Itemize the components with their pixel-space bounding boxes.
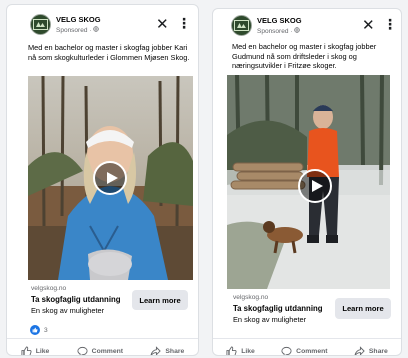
like-button[interactable]: Like (21, 346, 50, 355)
logo-icon (234, 20, 249, 31)
sponsored-label: Sponsored · (257, 27, 300, 35)
ad-caption: Med en bachelor og master i skogfag jobb… (232, 42, 377, 71)
like-reaction-icon (30, 325, 40, 335)
globe-icon (93, 26, 99, 32)
ad-description: En skog av muligheter (31, 306, 105, 315)
sponsored-text: Sponsored · (257, 28, 295, 35)
thumbs-up-icon (226, 346, 237, 355)
reaction-count: 3 (44, 326, 48, 334)
play-button[interactable] (93, 161, 127, 195)
learn-more-button[interactable]: Learn more (132, 290, 188, 310)
share-label: Share (165, 348, 185, 355)
brand-name[interactable]: VELG SKOG (257, 16, 302, 25)
logo-icon (33, 19, 48, 30)
sponsored-text: Sponsored · (56, 27, 94, 34)
like-label: Like (241, 348, 255, 355)
share-icon (354, 346, 365, 355)
like-button[interactable]: Like (226, 346, 255, 355)
ad-domain[interactable]: velgskog.no (233, 294, 268, 301)
action-bar: Like Comment Share (7, 338, 198, 355)
ad-headline[interactable]: Ta skogfaglig utdanning (31, 295, 121, 304)
ad-video[interactable] (28, 76, 193, 280)
share-button[interactable]: Share (354, 346, 388, 355)
share-button[interactable]: Share (150, 346, 185, 355)
comment-label: Comment (296, 348, 328, 355)
ad-domain[interactable]: velgskog.no (31, 285, 66, 292)
close-icon[interactable]: ✕ (362, 18, 375, 33)
ad-description: En skog av muligheter (233, 315, 307, 324)
like-label: Like (35, 348, 50, 355)
thumbs-up-icon (21, 346, 32, 355)
learn-more-button[interactable]: Learn more (335, 298, 391, 319)
play-button[interactable] (298, 169, 332, 203)
play-icon (311, 180, 323, 192)
action-bar: Like Comment Share (213, 338, 401, 355)
comment-label: Comment (91, 348, 124, 355)
share-icon (150, 346, 162, 355)
globe-icon (294, 27, 300, 33)
sponsored-label: Sponsored · (56, 26, 99, 34)
comment-icon (77, 346, 88, 355)
reaction-summary[interactable]: 3 (30, 325, 48, 335)
brand-avatar[interactable] (30, 14, 51, 35)
ad-video[interactable] (227, 75, 390, 289)
ad-caption: Med en bachelor og master i skogfag jobb… (28, 43, 190, 62)
brand-avatar[interactable] (231, 15, 252, 36)
ad-card-gudmund: VELG SKOG Sponsored · ✕ ⋮ Med en bachelo… (212, 8, 402, 356)
close-icon[interactable]: ✕ (156, 17, 169, 32)
play-icon (106, 172, 118, 184)
brand-name[interactable]: VELG SKOG (56, 15, 101, 24)
comment-button[interactable]: Comment (281, 346, 328, 355)
ad-headline[interactable]: Ta skogfaglig utdanning (233, 304, 323, 313)
comment-icon (281, 346, 292, 355)
ad-card-kari: VELG SKOG Sponsored · ✕ ⋮ Med en bachelo… (6, 4, 199, 356)
comment-button[interactable]: Comment (77, 346, 124, 355)
more-options-icon[interactable]: ⋮ (177, 16, 191, 30)
more-options-icon[interactable]: ⋮ (383, 17, 397, 31)
share-label: Share (368, 348, 388, 355)
